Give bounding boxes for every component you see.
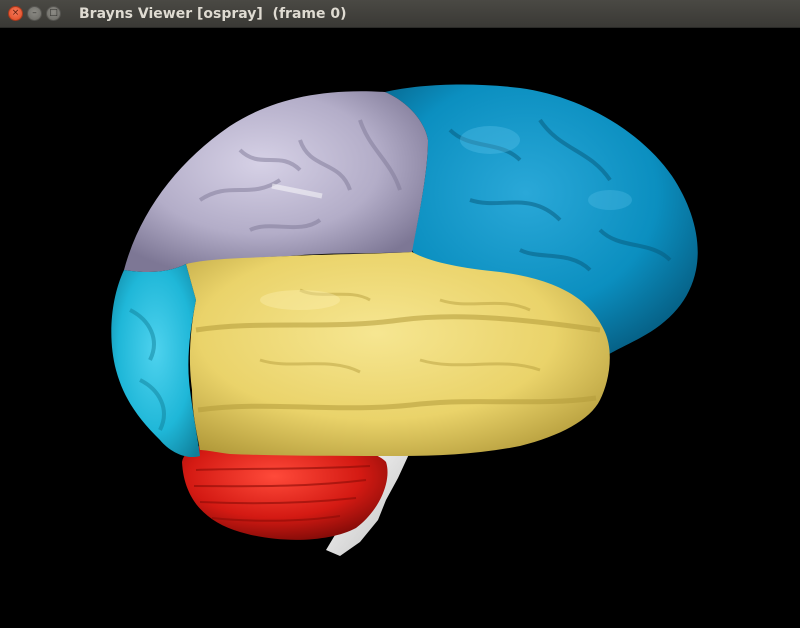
cerebellum-region [182, 441, 388, 540]
window-controls: × – □ [8, 6, 61, 21]
occipital-lobe-region [111, 264, 200, 458]
maximize-window-button[interactable]: □ [46, 6, 61, 21]
brain-model [111, 84, 698, 556]
temporal-lobe-region [186, 252, 610, 456]
window-title: Brayns Viewer [ospray] (frame 0) [79, 5, 347, 22]
parietal-lobe-region [124, 91, 428, 272]
maximize-icon: □ [49, 8, 58, 18]
close-icon: × [11, 8, 20, 18]
render-viewport[interactable] [0, 28, 800, 628]
minimize-window-button[interactable]: – [27, 6, 42, 21]
minimize-icon: – [32, 8, 37, 18]
close-window-button[interactable]: × [8, 6, 23, 21]
window-titlebar[interactable]: × – □ Brayns Viewer [ospray] (frame 0) [0, 0, 800, 28]
